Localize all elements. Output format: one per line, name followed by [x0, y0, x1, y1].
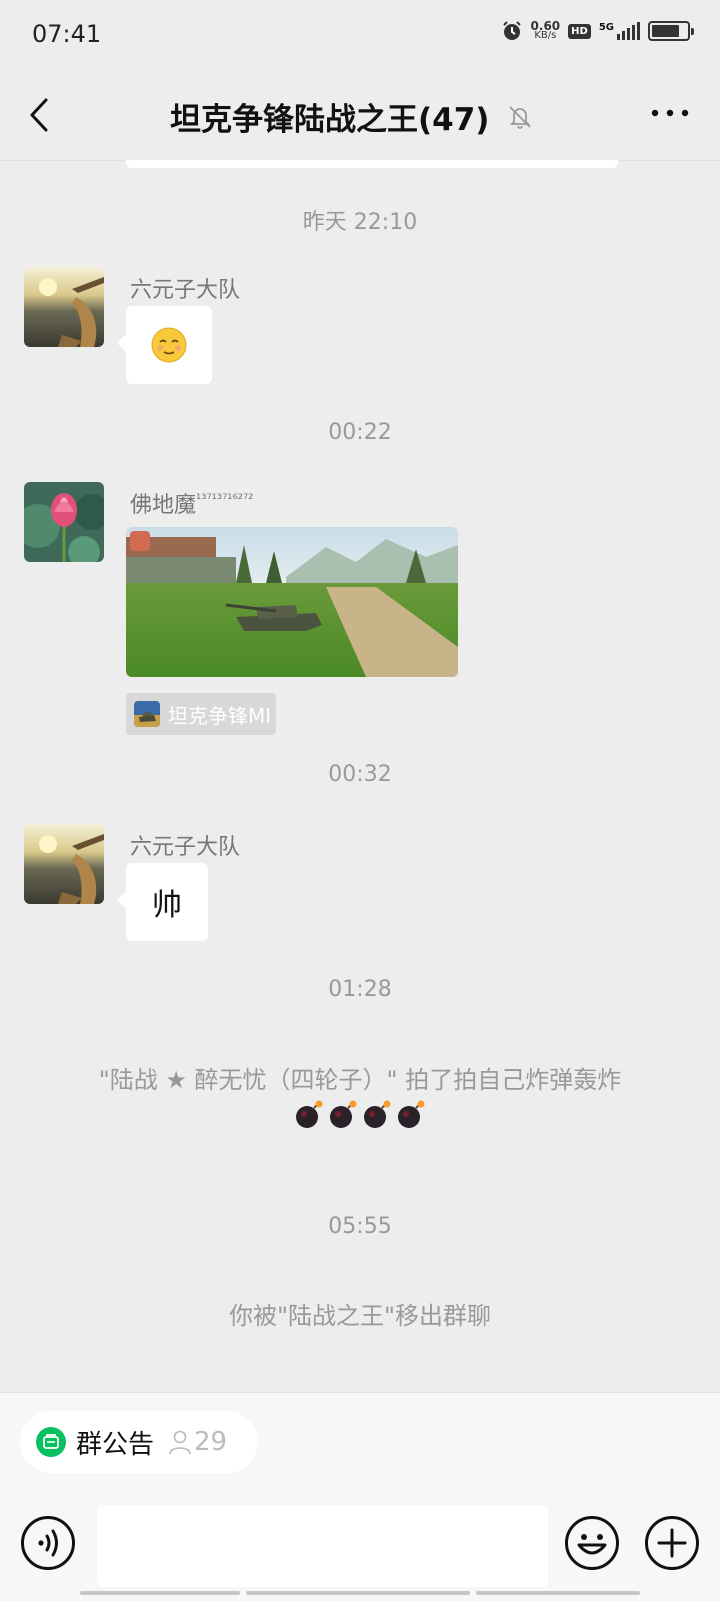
avatar[interactable]: [24, 824, 104, 904]
mini-program-source-tag[interactable]: 坦克争锋MI: [126, 693, 276, 735]
network-type-label: 5G: [598, 22, 614, 33]
message-input[interactable]: [97, 1505, 548, 1587]
pat-system-message: "陆战 ★ 醉无忧（四轮子）" 拍了拍自己炸弹轰炸: [40, 1062, 680, 1130]
status-bar: 07:41 0.60 KB/s HD 5G: [0, 0, 720, 70]
status-time: 07:41: [32, 20, 102, 48]
gesture-bar: [80, 1591, 240, 1595]
voice-icon[interactable]: [20, 1515, 76, 1571]
bomb-emojis: [40, 1100, 680, 1130]
chat-header: 坦克争锋陆战之王(47): [0, 70, 720, 161]
sender-name-text: 佛地魔: [130, 493, 197, 518]
sender-name-suffix: ¹³⁷¹³⁷¹⁶²⁷²: [196, 492, 254, 508]
input-panel: 群公告 29: [0, 1392, 720, 1601]
relieved-face-emoji-icon: [151, 327, 187, 363]
timestamp: 昨天 22:10: [302, 210, 418, 235]
back-icon[interactable]: [24, 94, 56, 136]
bomb-icon: [296, 1100, 323, 1128]
status-icons: 0.60 KB/s HD 5G: [501, 20, 694, 42]
title-wrap: 坦克争锋陆战之王(47): [170, 94, 533, 139]
previous-message-bubble[interactable]: [126, 160, 618, 168]
sender-name: 六元子大队: [130, 278, 241, 303]
plus-icon[interactable]: [644, 1515, 700, 1571]
chat-title[interactable]: 坦克争锋陆战之王(47): [170, 94, 489, 139]
member-count: 29: [194, 1427, 228, 1457]
net-speed-unit: KB/s: [534, 30, 557, 41]
hd-badge: HD: [568, 23, 591, 39]
text-message-bubble[interactable]: 帅: [117, 863, 208, 941]
avatar[interactable]: [24, 482, 104, 562]
message-list[interactable]: 昨天 22:10 六元子大队 00:22 佛地魔¹³⁷¹³⁷¹⁶²⁷² 坦克争锋…: [0, 160, 720, 1392]
timestamp: 05:55: [328, 1214, 392, 1239]
gesture-bar: [246, 1591, 470, 1595]
bomb-icon: [364, 1100, 391, 1128]
battery-icon: [648, 21, 694, 41]
sender-name: 佛地魔¹³⁷¹³⁷¹⁶²⁷²: [130, 487, 253, 519]
group-notice-chip[interactable]: 群公告 29: [20, 1411, 258, 1473]
emoji-icon[interactable]: [564, 1515, 620, 1571]
timestamp: 00:22: [328, 420, 392, 445]
signal-icon: 5G: [599, 22, 640, 40]
bomb-icon: [398, 1100, 425, 1128]
announcement-icon: [36, 1427, 66, 1457]
avatar[interactable]: [24, 267, 104, 347]
timestamp: 01:28: [328, 977, 392, 1002]
source-label: 坦克争锋MI: [168, 703, 272, 728]
alarm-icon: [502, 21, 521, 40]
network-speed: 0.60 KB/s: [531, 20, 561, 41]
message-text: 帅: [152, 888, 182, 923]
bomb-icon: [330, 1100, 357, 1128]
emoji-message-bubble[interactable]: [117, 306, 212, 384]
game-app-icon: [134, 701, 160, 727]
more-dots-icon[interactable]: [650, 108, 690, 118]
gesture-bar: [476, 1591, 640, 1595]
pat-notice-text: "陆战 ★ 醉无忧（四轮子）" 拍了拍自己炸弹轰炸: [98, 1066, 622, 1094]
timestamp: 00:32: [328, 762, 392, 787]
bell-off-icon: [509, 105, 532, 129]
game-screenshot-image[interactable]: [126, 527, 458, 677]
person-icon: [169, 1430, 191, 1455]
sender-name: 六元子大队: [130, 835, 241, 860]
removed-system-message: 你被"陆战之王"移出群聊: [228, 1302, 492, 1330]
group-notice-label: 群公告: [76, 1429, 155, 1460]
